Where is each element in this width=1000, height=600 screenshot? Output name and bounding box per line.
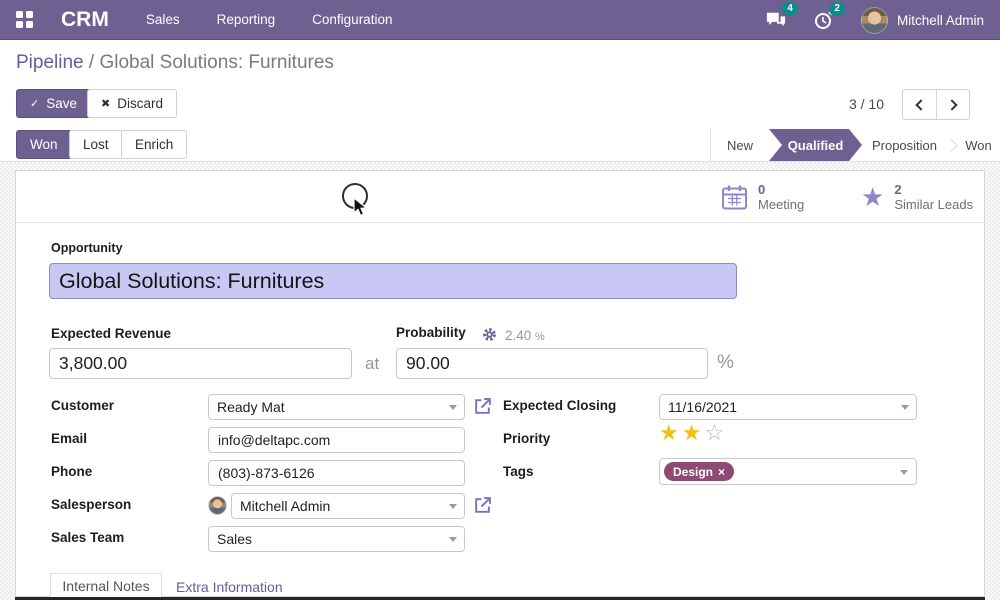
- similar-leads-stat-button[interactable]: ★ 2 Similar Leads: [861, 171, 973, 223]
- salesperson-avatar: [208, 496, 227, 515]
- stage-proposition[interactable]: Proposition: [862, 129, 947, 161]
- stage-qualified-active[interactable]: Qualified: [769, 129, 862, 161]
- customer-label: Customer: [51, 398, 114, 413]
- top-navbar: CRM Sales Reporting Configuration 4 2: [0, 0, 1000, 40]
- activities-badge: 2: [829, 2, 845, 16]
- meeting-stat-button[interactable]: 0 Meeting: [721, 171, 804, 223]
- salesperson-label: Salesperson: [51, 497, 131, 512]
- chevron-right-icon: [946, 99, 957, 110]
- opportunity-label: Opportunity: [51, 241, 123, 255]
- enrich-button[interactable]: Enrich: [121, 130, 187, 159]
- at-label: at: [365, 354, 379, 374]
- phone-label: Phone: [51, 464, 92, 479]
- breadcrumb-pipeline-link[interactable]: Pipeline: [16, 52, 84, 73]
- salesperson-external-link-icon[interactable]: [473, 496, 492, 515]
- pager-next-button[interactable]: [936, 90, 969, 119]
- tags-label: Tags: [503, 464, 534, 479]
- similar-leads-label: Similar Leads: [894, 197, 973, 212]
- tags-field[interactable]: Design ×: [659, 458, 917, 485]
- save-button[interactable]: ✓ Save: [16, 89, 91, 118]
- expected-revenue-label: Expected Revenue: [51, 326, 171, 341]
- lost-button[interactable]: Lost: [69, 130, 123, 159]
- pager-previous-button[interactable]: [903, 90, 936, 119]
- user-name[interactable]: Mitchell Admin: [897, 13, 984, 28]
- check-icon: ✓: [30, 97, 39, 110]
- breadcrumb-current: Global Solutions: Furnitures: [99, 52, 333, 73]
- save-button-label: Save: [46, 96, 77, 111]
- tab-internal-notes[interactable]: Internal Notes: [50, 573, 162, 598]
- opportunity-title-input[interactable]: [49, 263, 737, 299]
- expected-closing-field: [659, 394, 917, 420]
- customer-input[interactable]: [208, 394, 465, 420]
- tag-remove-icon[interactable]: ×: [718, 465, 725, 479]
- tag-design[interactable]: Design ×: [664, 462, 734, 481]
- similar-leads-stat-text: 2 Similar Leads: [894, 182, 973, 212]
- won-button[interactable]: Won: [16, 130, 72, 159]
- discard-button-label: Discard: [117, 96, 163, 111]
- activities-icon[interactable]: 2: [814, 10, 834, 30]
- close-icon: ✖: [101, 97, 110, 110]
- meeting-count: 0: [758, 182, 804, 197]
- discard-button[interactable]: ✖ Discard: [87, 89, 177, 118]
- stage-separator-chevron: [947, 129, 957, 161]
- priority-star-2[interactable]: ★: [682, 420, 705, 445]
- sales-team-label: Sales Team: [51, 530, 124, 545]
- messages-badge: 4: [782, 2, 798, 16]
- probability-input[interactable]: [396, 348, 708, 379]
- stage-new[interactable]: New: [711, 129, 769, 161]
- crm-app-window: CRM Sales Reporting Configuration 4 2: [0, 0, 1000, 600]
- stage-won[interactable]: Won: [957, 129, 1000, 161]
- sales-team-field: [208, 526, 465, 552]
- menu-sales[interactable]: Sales: [146, 12, 180, 27]
- email-label: Email: [51, 431, 87, 446]
- mouse-cursor: [353, 197, 368, 218]
- meeting-stat-text: 0 Meeting: [758, 182, 804, 212]
- stat-button-box: 0 Meeting ★ 2 Similar Leads: [16, 171, 984, 223]
- statusbar: Won Lost Enrich New Qualified Propositio…: [0, 129, 1000, 162]
- messages-icon[interactable]: 4: [765, 10, 787, 30]
- priority-star-3[interactable]: ☆: [704, 420, 727, 445]
- pager-buttons: [902, 89, 970, 120]
- apps-grid-icon[interactable]: [16, 11, 34, 29]
- similar-leads-count: 2: [894, 182, 973, 197]
- customer-external-link-icon[interactable]: [473, 397, 492, 416]
- probability-label: Probability: [396, 325, 466, 340]
- phone-input[interactable]: [208, 460, 465, 486]
- breadcrumb: Pipeline / Global Solutions: Furnitures: [16, 52, 334, 74]
- priority-star-1[interactable]: ★: [659, 420, 682, 445]
- meeting-label: Meeting: [758, 197, 804, 212]
- email-input[interactable]: [208, 427, 465, 453]
- salesperson-input[interactable]: [231, 493, 465, 519]
- star-icon: ★: [861, 184, 884, 210]
- priority-label: Priority: [503, 431, 550, 446]
- navbar-right: 4 2 Mitchell Admin: [765, 0, 1000, 40]
- menu-configuration[interactable]: Configuration: [312, 12, 392, 27]
- percent-suffix: %: [717, 352, 734, 374]
- tab-extra-information[interactable]: Extra Information: [176, 579, 283, 595]
- calendar-icon: [721, 184, 748, 211]
- breadcrumb-separator: /: [84, 52, 100, 73]
- caret-down-icon: [900, 470, 908, 475]
- sales-team-input[interactable]: [208, 526, 465, 552]
- tag-design-label: Design: [673, 465, 713, 479]
- chevron-left-icon: [915, 99, 926, 110]
- expected-closing-label: Expected Closing: [503, 398, 616, 413]
- user-avatar[interactable]: [861, 7, 888, 34]
- pager-counter: 3 / 10: [849, 96, 884, 112]
- priority-stars: ★★☆: [659, 420, 727, 446]
- main-content-area: 0 Meeting ★ 2 Similar Leads Opportunity …: [0, 162, 1000, 600]
- gear-icon[interactable]: [482, 327, 497, 342]
- expected-revenue-input[interactable]: [49, 348, 352, 379]
- probability-auto-value: 2.40 %: [505, 328, 545, 343]
- menu-reporting[interactable]: Reporting: [217, 12, 276, 27]
- salesperson-field: [231, 493, 465, 519]
- opportunity-form-card: 0 Meeting ★ 2 Similar Leads Opportunity …: [15, 170, 985, 597]
- expected-closing-input[interactable]: [659, 394, 917, 420]
- app-brand[interactable]: CRM: [61, 8, 109, 32]
- stage-pipeline: New Qualified Proposition Won: [710, 129, 1000, 161]
- customer-field: [208, 394, 465, 420]
